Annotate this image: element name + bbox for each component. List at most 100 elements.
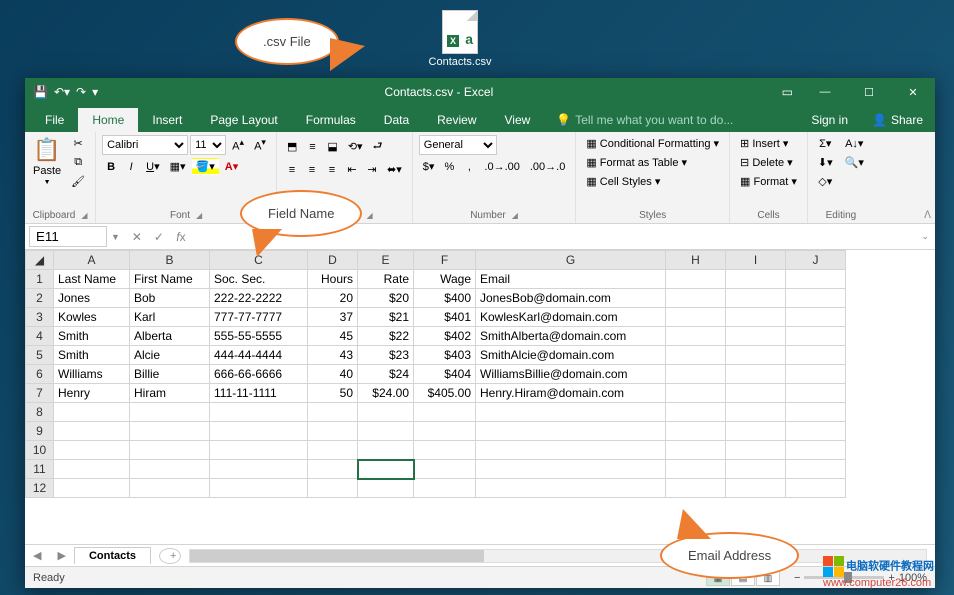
qat-customize-icon[interactable]: ▾ [92,85,98,99]
maximize-button[interactable]: ☐ [847,78,891,106]
cell[interactable]: $404 [414,365,476,384]
cell[interactable]: Alcie [130,346,210,365]
align-left-button[interactable]: ≡ [283,162,301,178]
col-header[interactable]: B [130,251,210,270]
redo-icon[interactable]: ↷ [76,85,86,99]
cell[interactable]: $401 [414,308,476,327]
align-middle-button[interactable]: ≡ [303,139,321,155]
cell[interactable]: 111-11-1111 [210,384,308,403]
increase-decimal-button[interactable]: .0→.00 [480,159,523,175]
row-header[interactable]: 6 [26,365,54,384]
cell[interactable]: Alberta [130,327,210,346]
cell[interactable]: $22 [358,327,414,346]
align-top-button[interactable]: ⬒ [283,138,301,155]
cell[interactable]: 20 [308,289,358,308]
paste-button[interactable]: 📋Paste▼ [31,135,63,188]
comma-button[interactable]: , [460,159,478,175]
align-bottom-button[interactable]: ⬓ [323,138,341,155]
fill-button[interactable]: ⬇▾ [814,154,837,171]
underline-button[interactable]: U▾ [142,158,163,175]
wrap-text-button[interactable]: ⮐ [369,135,387,158]
cell[interactable]: Email [476,270,666,289]
cell[interactable]: $400 [414,289,476,308]
row-header[interactable]: 7 [26,384,54,403]
cell[interactable]: Rate [358,270,414,289]
cell[interactable]: Henry [54,384,130,403]
tab-home[interactable]: Home [78,108,138,132]
row-header[interactable]: 4 [26,327,54,346]
cell[interactable]: Hours [308,270,358,289]
fill-color-button[interactable]: 🪣▾ [192,158,219,175]
horizontal-scrollbar[interactable] [189,549,927,563]
cut-button[interactable]: ✂ [67,135,89,152]
clear-button[interactable]: ◇▾ [814,173,837,190]
enter-formula-icon[interactable]: ✓ [148,230,170,244]
col-header[interactable]: I [726,251,786,270]
shrink-font-button[interactable]: A▾ [250,135,270,155]
find-select-button[interactable]: 🔍▾ [841,154,868,171]
share-button[interactable]: 👤Share [860,108,935,132]
copy-button[interactable]: ⧉ [67,154,89,171]
cell[interactable]: Smith [54,327,130,346]
undo-icon[interactable]: ↶▾ [54,85,70,99]
format-as-table-button[interactable]: ▦ Format as Table ▾ [582,154,723,171]
font-name-select[interactable]: Calibri [102,135,188,155]
cell[interactable]: Last Name [54,270,130,289]
cell[interactable]: Williams [54,365,130,384]
cell[interactable]: 50 [308,384,358,403]
conditional-formatting-button[interactable]: ▦ Conditional Formatting ▾ [582,135,723,152]
decrease-decimal-button[interactable]: .00→.0 [526,159,569,175]
alignment-launcher-icon[interactable]: ◢ [367,211,373,220]
clipboard-launcher-icon[interactable]: ◢ [81,211,87,220]
cell-styles-button[interactable]: ▦ Cell Styles ▾ [582,173,723,190]
cell[interactable]: $403 [414,346,476,365]
cell[interactable]: Hiram [130,384,210,403]
cell[interactable]: $405.00 [414,384,476,403]
increase-indent-button[interactable]: ⇥ [363,161,381,178]
save-icon[interactable]: 💾 [33,85,48,99]
col-header[interactable]: H [666,251,726,270]
tab-formulas[interactable]: Formulas [292,108,370,132]
cell[interactable]: 777-77-7777 [210,308,308,327]
cell[interactable]: Billie [130,365,210,384]
tab-data[interactable]: Data [370,108,423,132]
tab-scroll-right-icon[interactable]: ▶ [49,549,73,562]
bold-button[interactable]: B [102,159,120,175]
tab-insert[interactable]: Insert [138,108,196,132]
format-cells-button[interactable]: ▦ Format ▾ [736,173,801,190]
tab-scroll-left-icon[interactable]: ◀ [25,549,49,562]
tab-review[interactable]: Review [423,108,490,132]
tab-page-layout[interactable]: Page Layout [196,108,291,132]
collapse-ribbon-icon[interactable]: ᐱ [924,210,931,221]
merge-button[interactable]: ⬌▾ [383,161,406,178]
border-button[interactable]: ▦▾ [166,158,190,175]
cell[interactable]: 40 [308,365,358,384]
worksheet-grid[interactable]: ◢ A B C D E F G H I J 1 Last Name First … [25,250,846,498]
font-color-button[interactable]: A▾ [221,158,242,175]
row-header[interactable]: 8 [26,403,54,422]
insert-cells-button[interactable]: ⊞ Insert ▾ [736,135,801,152]
cell[interactable]: 45 [308,327,358,346]
sheet-tab[interactable]: Contacts [74,547,151,564]
cell[interactable]: 43 [308,346,358,365]
decrease-indent-button[interactable]: ⇤ [343,161,361,178]
cell[interactable]: SmithAlberta@domain.com [476,327,666,346]
name-box-dropdown-icon[interactable]: ▼ [111,232,126,242]
minimize-button[interactable]: — [803,78,847,106]
add-sheet-button[interactable]: + [159,548,181,564]
col-header[interactable]: E [358,251,414,270]
expand-formula-bar-icon[interactable]: ⌄ [915,231,935,242]
tell-me-search[interactable]: 💡Tell me what you want to do... [544,108,799,132]
autosum-button[interactable]: Σ▾ [814,135,837,152]
number-launcher-icon[interactable]: ◢ [512,211,518,220]
cell[interactable]: 555-55-5555 [210,327,308,346]
cell[interactable]: KowlesKarl@domain.com [476,308,666,327]
col-header[interactable]: J [786,251,846,270]
cell[interactable]: 666-66-6666 [210,365,308,384]
grow-font-button[interactable]: A▴ [228,135,248,155]
col-header[interactable]: D [308,251,358,270]
col-header[interactable]: G [476,251,666,270]
cell[interactable]: $20 [358,289,414,308]
row-header[interactable]: 5 [26,346,54,365]
ribbon-options-icon[interactable]: ▭ [772,85,803,99]
